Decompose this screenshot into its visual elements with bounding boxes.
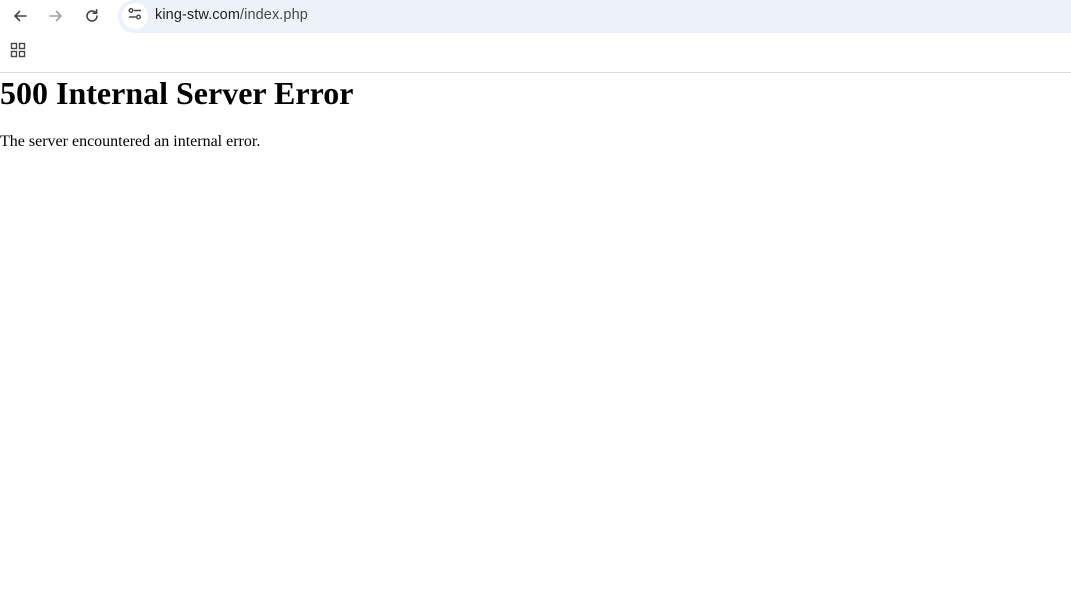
arrow-left-icon: [12, 8, 28, 24]
back-button[interactable]: [6, 2, 34, 30]
url-domain: king-stw.com: [155, 7, 240, 23]
address-bar[interactable]: king-stw.com/index.php: [118, 0, 1071, 33]
apps-button[interactable]: [8, 42, 28, 62]
site-info-button[interactable]: [122, 3, 148, 29]
reload-icon: [84, 8, 100, 24]
url-path: /index.php: [240, 7, 308, 23]
url-text[interactable]: king-stw.com/index.php: [155, 7, 308, 23]
arrow-right-icon: [48, 8, 64, 24]
error-message: The server encountered an internal error…: [0, 133, 261, 150]
page-content: 500 Internal Server Error The server enc…: [0, 73, 1071, 151]
forward-button[interactable]: [42, 2, 70, 30]
tune-icon: [127, 6, 143, 27]
error-heading: 500 Internal Server Error: [0, 75, 354, 111]
apps-grid-icon: [10, 42, 26, 63]
reload-button[interactable]: [78, 2, 106, 30]
browser-toolbar: king-stw.com/index.php: [0, 0, 1071, 73]
